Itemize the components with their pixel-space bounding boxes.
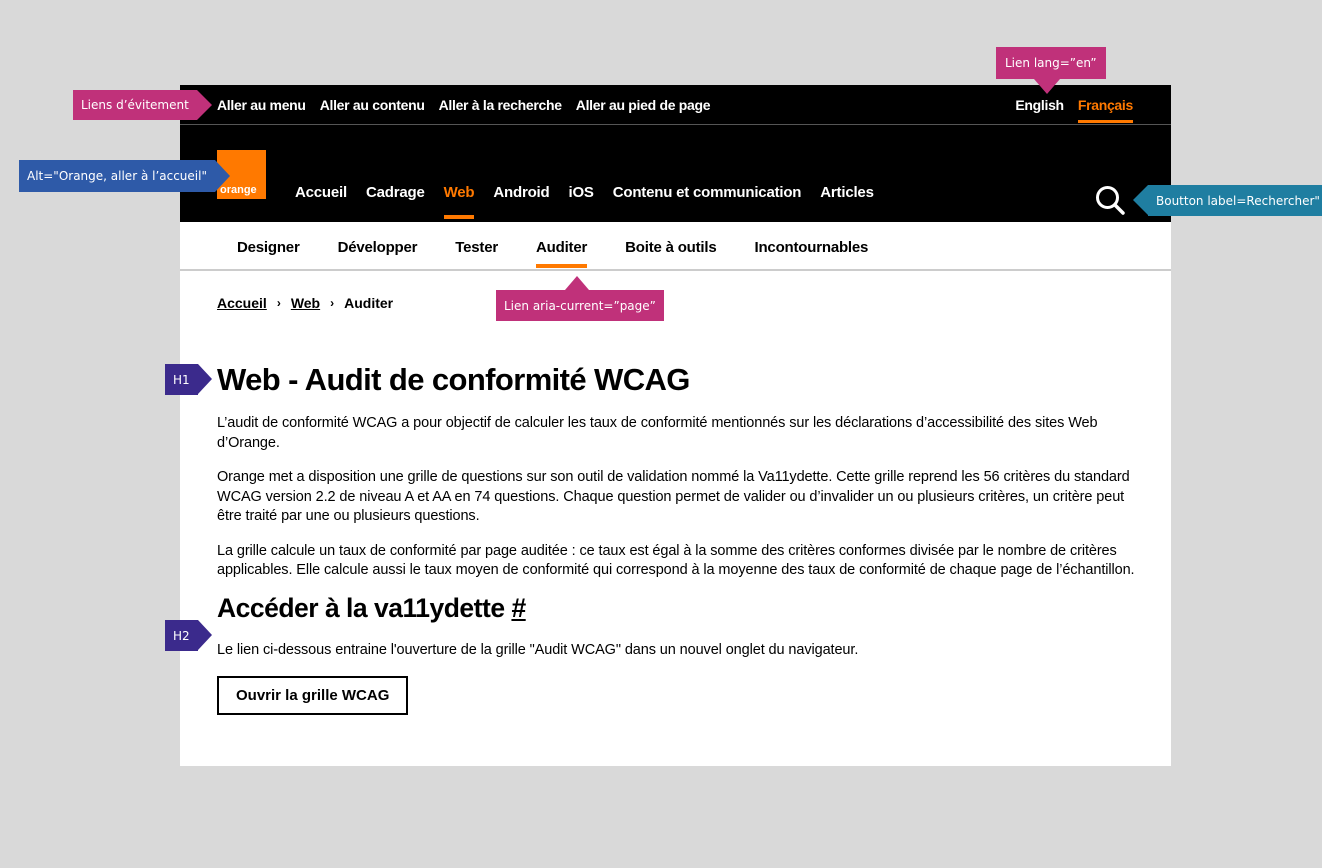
skip-links-bar: Aller au menu Aller au contenu Aller à l…	[180, 85, 1171, 125]
open-wcag-grid-button[interactable]: Ouvrir la grille WCAG	[217, 676, 409, 715]
site-header: orange Accueil Cadrage Web Android iOS C…	[180, 125, 1171, 222]
annotation-lang-text: Lien lang=”en”	[1005, 56, 1097, 70]
annotation-skip-links-text: Liens d’évitement	[81, 98, 189, 112]
annotation-arrow	[196, 90, 212, 120]
annotation-arrow	[1133, 185, 1148, 215]
skip-to-menu-link[interactable]: Aller au menu	[217, 97, 306, 113]
annotation-skip-links: Liens d’évitement	[73, 90, 212, 120]
main-nav-item-cadrage[interactable]: Cadrage	[366, 184, 425, 219]
main-nav-item-ios[interactable]: iOS	[568, 184, 593, 219]
annotation-arrow	[214, 160, 230, 192]
breadcrumb: Accueil › Web › Auditer	[217, 295, 393, 311]
section-heading-text: Accéder à la va11ydette	[217, 592, 505, 623]
main-content: Web - Audit de conformité WCAG L’audit d…	[217, 361, 1137, 715]
chevron-right-icon: ›	[276, 296, 281, 310]
sub-nav-item-boite-a-outils[interactable]: Boite à outils	[625, 239, 717, 268]
calculation-paragraph: La grille calcule un taux de conformité …	[217, 542, 1135, 579]
skip-to-footer-link[interactable]: Aller au pied de page	[576, 97, 711, 113]
search-icon	[1096, 186, 1125, 215]
lang-french-link[interactable]: Français	[1077, 97, 1133, 123]
main-nav: Accueil Cadrage Web Android iOS Contenu …	[295, 184, 874, 219]
breadcrumb-current: Auditer	[344, 295, 394, 311]
annotation-search-text: Boutton label=Rechercher"	[1156, 193, 1320, 208]
main-nav-item-web[interactable]: Web	[443, 184, 475, 219]
annotation-aria-current: Lien aria-current=”page”	[496, 276, 664, 321]
breadcrumb-home-link[interactable]: Accueil	[217, 295, 267, 311]
annotation-lang: Lien lang=”en”	[996, 47, 1106, 94]
annotation-arrow	[197, 620, 212, 650]
heading-anchor-link[interactable]: #	[511, 593, 526, 623]
sub-nav-item-developper[interactable]: Développer	[338, 239, 418, 268]
sub-nav-item-designer[interactable]: Designer	[237, 239, 300, 268]
lang-english-link[interactable]: English	[1015, 97, 1064, 123]
sub-nav-item-incontournables[interactable]: Incontournables	[755, 239, 869, 268]
annotation-arrow	[1034, 79, 1060, 94]
grid-paragraph: Orange met a disposition une grille de q…	[217, 469, 1130, 524]
link-info-paragraph: Le lien ci-dessous entraine l'ouverture …	[217, 641, 859, 658]
main-nav-item-android[interactable]: Android	[493, 184, 549, 219]
main-nav-item-accueil[interactable]: Accueil	[295, 184, 347, 219]
annotation-h2: H2	[165, 620, 212, 651]
sub-nav: Designer Développer Tester Auditer Boite…	[180, 222, 1171, 271]
annotation-h1: H1	[165, 364, 212, 395]
annotation-h2-text: H2	[173, 628, 190, 643]
intro-paragraph: L’audit de conformité WCAG a pour object…	[217, 415, 1098, 451]
annotation-aria-current-text: Lien aria-current=”page”	[504, 298, 656, 313]
skip-to-content-link[interactable]: Aller au contenu	[320, 97, 425, 113]
section-heading: Accéder à la va11ydette #	[217, 591, 1137, 625]
sub-nav-item-auditer[interactable]: Auditer	[536, 239, 587, 268]
annotation-arrow	[197, 364, 212, 394]
main-nav-item-articles[interactable]: Articles	[820, 184, 874, 219]
breadcrumb-web-link[interactable]: Web	[291, 295, 320, 311]
search-button[interactable]	[1095, 185, 1125, 215]
skip-links: Aller au menu Aller au contenu Aller à l…	[217, 97, 711, 113]
language-switcher: English Français	[1015, 97, 1133, 123]
main-nav-item-contenu[interactable]: Contenu et communication	[613, 184, 802, 219]
annotation-logo-alt: Alt="Orange, aller à l’accueil"	[19, 160, 230, 192]
annotation-logo-alt-text: Alt="Orange, aller à l’accueil"	[27, 169, 207, 183]
page-title: Web - Audit de conformité WCAG	[217, 362, 690, 397]
annotation-arrow	[565, 276, 589, 290]
annotation-search: Boutton label=Rechercher"	[1133, 185, 1322, 216]
annotation-h1-text: H1	[173, 372, 190, 387]
chevron-right-icon: ›	[330, 296, 335, 310]
skip-to-search-link[interactable]: Aller à la recherche	[439, 97, 562, 113]
sub-nav-item-tester[interactable]: Tester	[455, 239, 498, 268]
page: Aller au menu Aller au contenu Aller à l…	[180, 85, 1171, 766]
